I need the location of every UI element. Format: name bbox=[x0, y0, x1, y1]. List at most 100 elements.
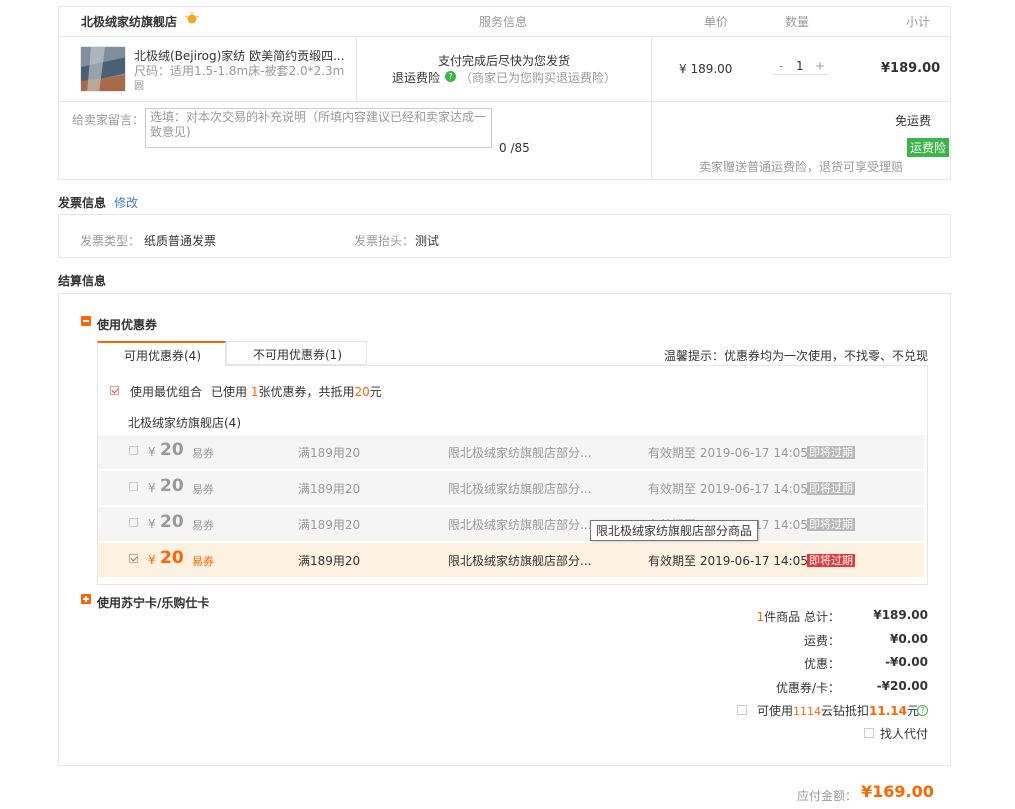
unit-price: ¥ 189.00 bbox=[679, 62, 733, 76]
coupon-scope: 限北极绒家纺旗舰店部分... bbox=[448, 446, 592, 460]
diamond-amount: 11.14 bbox=[869, 704, 907, 718]
coupon-scope: 限北极绒家纺旗舰店部分... bbox=[448, 518, 592, 532]
coupon-scope: 限北极绒家纺旗舰店部分... bbox=[448, 554, 592, 568]
seller-message-label: 给卖家留言： bbox=[72, 113, 145, 127]
shipping-label: 运费： bbox=[803, 634, 840, 648]
store-name[interactable]: 北极绒家纺旗舰店 bbox=[81, 13, 177, 30]
coupon-kind: 易券 bbox=[192, 555, 214, 568]
coupon-condition: 满189用20 bbox=[298, 554, 361, 568]
col-service: 服务信息 bbox=[479, 15, 528, 29]
used-amount: 20 bbox=[354, 385, 370, 399]
diamond-mid: 云钻抵扣 bbox=[821, 704, 870, 718]
best-combo-checkbox[interactable] bbox=[110, 386, 119, 395]
coupon-yen: ¥ bbox=[148, 553, 156, 567]
product-badge: 圆 bbox=[134, 81, 144, 92]
expiring-tag: 即将过期 bbox=[807, 482, 855, 495]
insurance-label: 退运费险 bbox=[392, 71, 441, 85]
shipping-value: ¥0.00 bbox=[890, 632, 928, 646]
tab-unavailable-coupons[interactable]: 不可用优惠券(1) bbox=[226, 341, 367, 365]
collapse-icon[interactable] bbox=[81, 316, 91, 326]
coupon-row[interactable]: ¥ 20 易券 满189用20 限北极绒家纺旗舰店部分... 有效期至 2019… bbox=[98, 435, 924, 469]
coupon-scope: 限北极绒家纺旗舰店部分... bbox=[448, 482, 592, 496]
scope-tooltip: 限北极绒家纺旗舰店部分商品 bbox=[590, 520, 759, 541]
shop-coupon-group: 北极绒家纺旗舰店(4) bbox=[128, 416, 241, 430]
coupon-row-selected[interactable]: ¥ 20 易券 满189用20 限北极绒家纺旗舰店部分... 有效期至 2019… bbox=[98, 543, 924, 577]
count-label: 件商品 总计： bbox=[764, 610, 840, 624]
diamond-help-icon[interactable]: ? bbox=[917, 705, 928, 716]
coupon-condition: 满189用20 bbox=[298, 518, 361, 532]
coupon-checkbox[interactable] bbox=[129, 482, 138, 491]
invoice-edit-link[interactable]: 修改 bbox=[114, 194, 138, 211]
tab-unavailable-label: 不可用优惠券(1) bbox=[253, 348, 342, 362]
col-price: 单价 bbox=[704, 15, 729, 29]
qty-plus-button[interactable]: + bbox=[815, 59, 825, 73]
pay-amount: ¥169.00 bbox=[861, 782, 934, 801]
expiring-tag: 即将过期 bbox=[807, 554, 855, 567]
settlement-title: 结算信息 bbox=[58, 274, 107, 288]
invoice-type-value: 纸质普通发票 bbox=[144, 234, 217, 248]
coupon-condition: 满189用20 bbox=[298, 482, 361, 496]
coupon-checkbox[interactable] bbox=[129, 518, 138, 527]
coupon-condition: 满189用20 bbox=[298, 446, 361, 460]
coupon-expiry: 有效期至 2019-06-17 14:05 bbox=[648, 554, 808, 568]
message-counter: 0 /85 bbox=[499, 141, 530, 155]
diamond-prefix: 可使用 bbox=[757, 704, 794, 718]
quantity-stepper: - 1 + bbox=[774, 59, 827, 75]
used-suffix: 元 bbox=[369, 385, 382, 399]
discount-value: -¥0.00 bbox=[885, 655, 928, 669]
free-shipping: 免运费 bbox=[895, 114, 932, 128]
coupon-amount: 20 bbox=[160, 440, 184, 460]
qty-minus-button[interactable]: - bbox=[779, 59, 783, 73]
proxy-pay-label[interactable]: 找人代付 bbox=[880, 725, 928, 742]
qty-input[interactable]: 1 bbox=[796, 59, 804, 73]
coupon-value: -¥20.00 bbox=[876, 679, 928, 693]
best-combo-label: 使用最优组合 bbox=[130, 385, 203, 399]
insurance-note: （商家已为您购买退运费险） bbox=[460, 71, 617, 85]
seller-message-placeholder: 选填：对本次交易的补充说明（所填内容建议已经和卖家达成一致意见) bbox=[150, 110, 487, 139]
used-prefix: 已使用 bbox=[211, 385, 248, 399]
card-toggle[interactable]: 使用苏宁卡/乐购仕卡 bbox=[97, 594, 209, 611]
help-icon[interactable]: ? bbox=[445, 71, 456, 82]
product-thumbnail[interactable] bbox=[80, 46, 126, 92]
coupon-yen: ¥ bbox=[148, 517, 156, 531]
coupon-row[interactable]: ¥ 20 易券 满189用20 限北极绒家纺旗舰店部分... 有效期至 2019… bbox=[98, 471, 924, 505]
seller-message-input[interactable]: 选填：对本次交易的补充说明（所填内容建议已经和卖家达成一致意见) bbox=[145, 108, 492, 148]
coupon-kind: 易券 bbox=[192, 483, 214, 496]
diamond-count: 1114 bbox=[793, 705, 822, 718]
freight-insurance-desc: 卖家赠送普通运费险，退货可享受理赔 bbox=[699, 160, 904, 174]
proxy-pay-checkbox[interactable] bbox=[864, 728, 874, 738]
expand-icon[interactable] bbox=[81, 594, 91, 604]
diamond-checkbox[interactable] bbox=[737, 705, 747, 715]
product-spec: 尺码：适用1.5-1.8m床-被套2.0*2.3m ... bbox=[134, 64, 349, 78]
expiring-tag: 即将过期 bbox=[807, 518, 855, 531]
coupon-yen: ¥ bbox=[148, 445, 156, 459]
coupon-toggle[interactable]: 使用优惠券 bbox=[97, 316, 157, 333]
coupon-tip: 温馨提示：优惠券均为一次使用，不找零、不兑现 bbox=[664, 349, 929, 363]
invoice-head-value: 测试 bbox=[415, 234, 440, 248]
store-badge-icon bbox=[185, 12, 199, 26]
freight-insurance-tag: 运费险 bbox=[907, 138, 950, 157]
invoice-head-label: 发票抬头： bbox=[354, 234, 415, 248]
coupon-expiry: 有效期至 2019-06-17 14:05 bbox=[648, 482, 808, 496]
discount-label: 优惠： bbox=[803, 657, 840, 671]
invoice-title: 发票信息 bbox=[58, 196, 107, 210]
coupon-yen: ¥ bbox=[148, 481, 156, 495]
tab-available-coupons[interactable]: 可用优惠券(4) bbox=[97, 341, 226, 366]
coupon-kind: 易券 bbox=[192, 447, 214, 460]
expiring-tag: 即将过期 bbox=[807, 446, 855, 459]
coupon-checkbox[interactable] bbox=[129, 446, 138, 455]
pay-label: 应付金额： bbox=[797, 789, 858, 803]
used-mid: 张优惠券，共抵用 bbox=[258, 385, 355, 399]
service-line: 支付完成后尽快为您发货 bbox=[438, 54, 571, 68]
item-subtotal: ¥189.00 bbox=[881, 61, 941, 76]
col-qty: 数量 bbox=[785, 15, 810, 29]
summary-total: ¥189.00 bbox=[873, 608, 928, 622]
tab-available-label: 可用优惠券(4) bbox=[124, 349, 201, 363]
coupon-amount: 20 bbox=[160, 476, 184, 496]
diamond-deduct: 可使用1114云钻抵扣11.14元 bbox=[757, 702, 919, 719]
coupon-row[interactable]: ¥ 20 易券 满189用20 限北极绒家纺旗舰店部分... 有效期至 2019… bbox=[98, 507, 924, 541]
summary-count-label: 1件商品 总计： bbox=[757, 608, 840, 625]
invoice-type-label: 发票类型： bbox=[80, 234, 141, 248]
coupon-checkbox-checked[interactable] bbox=[129, 554, 138, 563]
coupon-amount: 20 bbox=[160, 512, 184, 532]
